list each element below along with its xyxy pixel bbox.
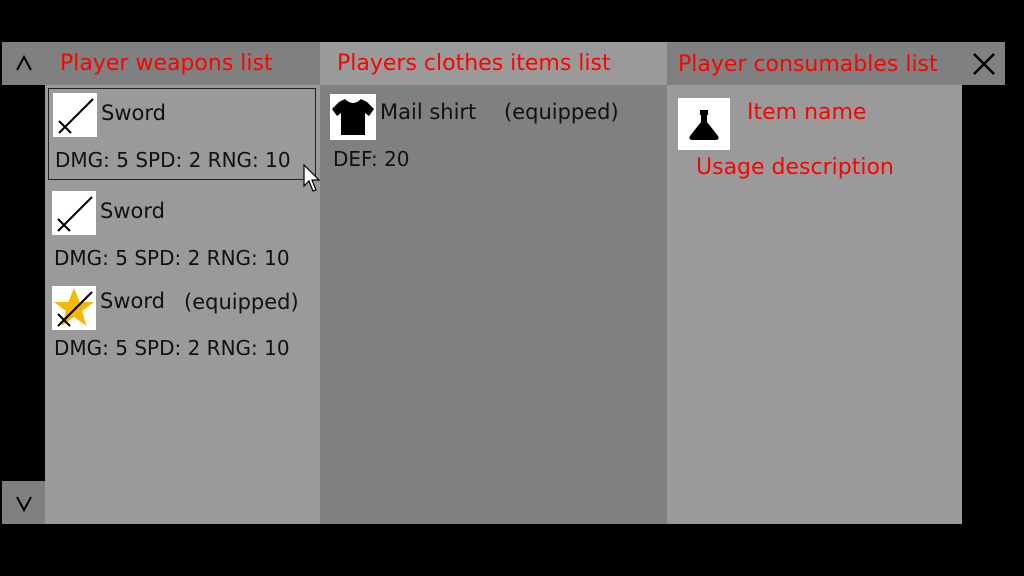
clothes-item[interactable]: Mail shirt (equipped) DEF: 20 <box>327 88 657 180</box>
clothes-name: Mail shirt <box>380 100 477 124</box>
equipped-label: (equipped) <box>504 100 619 124</box>
sword-icon <box>53 93 97 137</box>
chevron-up-icon <box>15 54 32 70</box>
weapon-stats: DMG: 5 SPD: 2 RNG: 10 <box>54 336 290 360</box>
weapon-item[interactable]: Sword (equipped) DMG: 5 SPD: 2 RNG: 10 <box>48 282 316 374</box>
consumable-usage-description: Usage description <box>696 155 894 180</box>
weapon-item[interactable]: Sword DMG: 5 SPD: 2 RNG: 10 <box>48 88 316 180</box>
clothes-panel: Players clothes items list Mail shirt (e… <box>320 42 667 524</box>
sword-icon <box>52 191 96 235</box>
sword-star-icon <box>52 286 96 330</box>
scroll-up-button[interactable] <box>2 42 45 85</box>
weapon-item[interactable]: Sword DMG: 5 SPD: 2 RNG: 10 <box>48 187 316 279</box>
consumables-panel: Player consumables list Item name Usage … <box>667 42 962 524</box>
equipped-label: (equipped) <box>184 290 299 314</box>
clothes-stats: DEF: 20 <box>333 147 410 171</box>
weapon-stats: DMG: 5 SPD: 2 RNG: 10 <box>55 148 291 172</box>
inventory-screen: Player weapons list Sword DMG: 5 SPD: 2 … <box>0 0 1024 576</box>
shirt-icon <box>330 94 376 140</box>
weapon-name: Sword <box>100 289 165 313</box>
mouse-cursor-icon <box>303 164 321 192</box>
chevron-down-icon <box>15 496 32 512</box>
weapon-name: Sword <box>101 101 166 125</box>
consumables-panel-header: Player consumables list <box>667 42 962 85</box>
close-button[interactable] <box>962 42 1005 85</box>
weapons-panel-header: Player weapons list <box>45 42 320 85</box>
weapons-panel: Player weapons list Sword DMG: 5 SPD: 2 … <box>45 42 320 524</box>
weapon-name: Sword <box>100 199 165 223</box>
flask-icon[interactable] <box>678 98 730 150</box>
weapon-stats: DMG: 5 SPD: 2 RNG: 10 <box>54 246 290 270</box>
consumable-item-name: Item name <box>747 100 867 125</box>
clothes-panel-header: Players clothes items list <box>320 42 667 85</box>
close-icon <box>973 53 995 75</box>
scroll-down-button[interactable] <box>2 481 45 524</box>
